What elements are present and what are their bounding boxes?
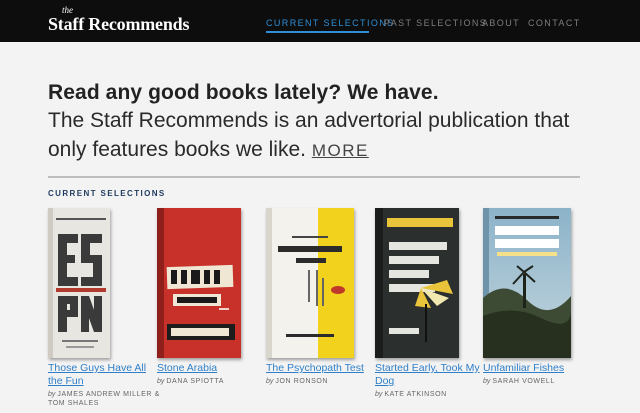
page-headline: Read any good books lately? We have. [48,81,439,104]
nav-current-selections[interactable]: CURRENT SELECTIONS [266,18,395,29]
section-divider [48,176,580,178]
book-cover[interactable] [157,208,241,358]
more-link[interactable]: MORE [312,141,369,160]
book-author: by JON RONSON [266,377,378,386]
nav-contact[interactable]: CONTACT [528,18,581,29]
book-author: by DANA SPIOTTA [157,377,269,386]
author-name: JON RONSON [275,378,329,385]
book-author: by KATE ATKINSON [375,390,487,399]
author-name: KATE ATKINSON [384,391,447,398]
section-heading: CURRENT SELECTIONS [48,189,166,198]
logo-title: Staff Recommends [48,14,190,34]
book-cover[interactable] [483,208,571,358]
book-title-link[interactable]: Those Guys Have All the Fun [48,362,160,388]
book-cover[interactable] [375,208,459,358]
book-title-link[interactable]: Unfamiliar Fishes [483,362,595,375]
nav-past-selections[interactable]: PAST SELECTIONS [384,18,487,29]
book-cover[interactable] [266,208,354,358]
intro-lede: The Staff Recommends is an advertorial p… [48,109,570,161]
by-label: by [157,378,165,385]
book-title-link[interactable]: Stone Arabia [157,362,269,375]
book-cover[interactable] [48,208,110,358]
nav-active-underline [266,31,369,33]
book-author: by SARAH VOWELL [483,377,595,386]
by-label: by [266,378,274,385]
book-title-link[interactable]: Started Early, Took My Dog [375,362,487,388]
site-header: the Staff Recommends CURRENT SELECTIONS … [0,0,640,42]
author-name: SARAH VOWELL [492,378,555,385]
book-author: by JAMES ANDREW MILLER & TOM SHALES [48,390,160,408]
by-label: by [375,391,383,398]
intro-text: The Staff Recommends is an advertorial p… [48,106,608,165]
by-label: by [483,378,491,385]
author-name: DANA SPIOTTA [166,378,225,385]
author-name: JAMES ANDREW MILLER & TOM SHALES [48,391,160,407]
nav-about[interactable]: ABOUT [482,18,520,29]
book-title-link[interactable]: The Psychopath Test [266,362,378,375]
by-label: by [48,391,56,398]
